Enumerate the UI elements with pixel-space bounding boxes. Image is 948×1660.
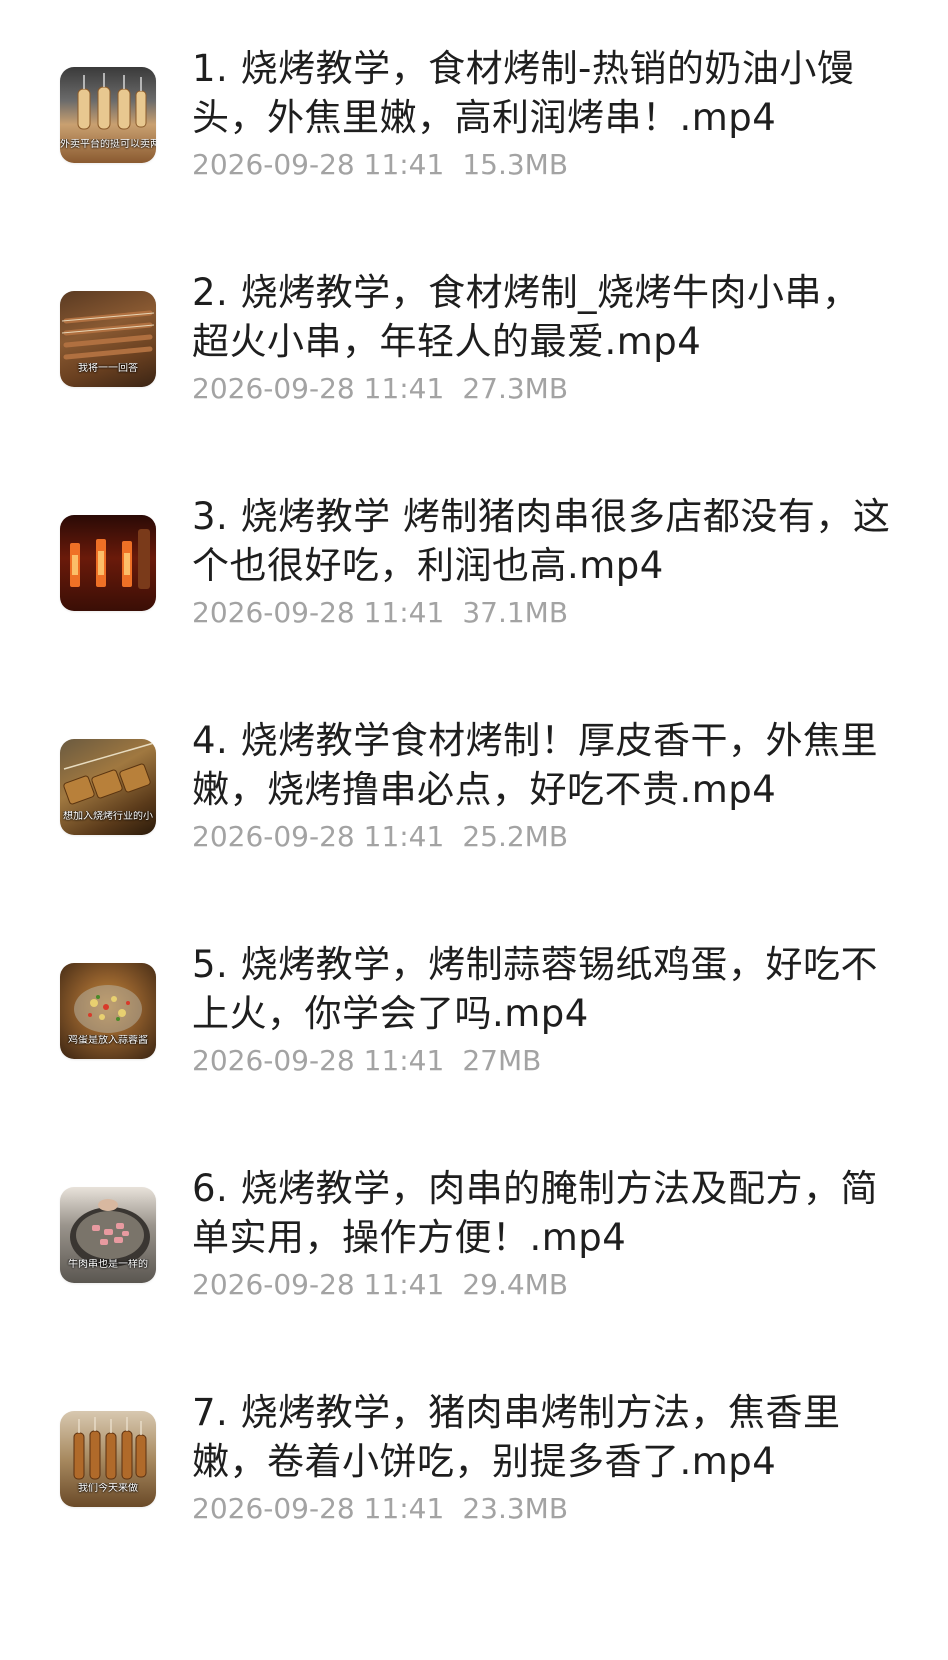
file-item[interactable]: 3. 烧烤教学 烤制猪肉串很多店都没有，这个也很好吃，利润也高.mp4 2026… bbox=[0, 448, 948, 668]
file-size: 37.1MB bbox=[462, 596, 569, 629]
thumbnail-caption: 我将一一回答 bbox=[78, 363, 138, 374]
file-date: 2026-09-28 11:41 bbox=[192, 1268, 445, 1301]
file-size: 27.3MB bbox=[462, 372, 569, 405]
video-thumbnail: 我们今天来做 bbox=[60, 1411, 156, 1507]
file-name: 3. 烧烤教学 烤制猪肉串很多店都没有，这个也很好吃，利润也高.mp4 bbox=[192, 495, 891, 587]
file-item[interactable]: 我将一一回答 2. 烧烤教学，食材烤制_烧烤牛肉小串，超火小串，年轻人的最爱.m… bbox=[0, 224, 948, 444]
file-size: 27MB bbox=[462, 1044, 542, 1077]
file-name: 7. 烧烤教学，猪肉串烤制方法，焦香里嫩，卷着小饼吃，别提多香了.mp4 bbox=[192, 1391, 841, 1483]
file-meta: 2026-09-28 11:41 37.1MB bbox=[192, 596, 568, 630]
file-list: 外卖平台的挺可以卖两 1. 烧烤教学，食材烤制-热销的奶油小馒头，外焦里嫩，高利… bbox=[0, 0, 948, 1660]
thumbnail-caption: 牛肉串也是一样的 bbox=[68, 1259, 148, 1270]
thumbnail-caption: 外卖平台的挺可以卖两 bbox=[60, 139, 156, 150]
file-name: 5. 烧烤教学，烤制蒜蓉锡纸鸡蛋，好吃不上火，你学会了吗.mp4 bbox=[192, 943, 879, 1035]
file-meta: 2026-09-28 11:41 27MB bbox=[192, 1044, 541, 1078]
file-name: 4. 烧烤教学食材烤制！厚皮香干，外焦里嫩，烧烤撸串必点，好吃不贵.mp4 bbox=[192, 719, 879, 811]
video-thumbnail bbox=[60, 515, 156, 611]
file-item[interactable]: 外卖平台的挺可以卖两 1. 烧烤教学，食材烤制-热销的奶油小馒头，外焦里嫩，高利… bbox=[0, 0, 948, 220]
file-date: 2026-09-28 11:41 bbox=[192, 372, 445, 405]
file-meta: 2026-09-28 11:41 23.3MB bbox=[192, 1492, 568, 1526]
file-size: 25.2MB bbox=[462, 820, 569, 853]
file-meta: 2026-09-28 11:41 25.2MB bbox=[192, 820, 568, 854]
file-name: 2. 烧烤教学，食材烤制_烧烤牛肉小串，超火小串，年轻人的最爱.mp4 bbox=[192, 271, 860, 363]
file-date: 2026-09-28 11:41 bbox=[192, 1044, 445, 1077]
video-thumbnail: 鸡蛋是放入蒜蓉酱 bbox=[60, 963, 156, 1059]
file-date: 2026-09-28 11:41 bbox=[192, 596, 445, 629]
video-thumbnail: 我将一一回答 bbox=[60, 291, 156, 387]
file-size: 23.3MB bbox=[462, 1492, 569, 1525]
file-size: 15.3MB bbox=[462, 148, 569, 181]
file-name: 6. 烧烤教学，肉串的腌制方法及配方，简单实用，操作方便！.mp4 bbox=[192, 1167, 879, 1259]
pork-skewers-grill-image bbox=[70, 529, 150, 589]
file-date: 2026-09-28 11:41 bbox=[192, 148, 445, 181]
file-item[interactable]: 鸡蛋是放入蒜蓉酱 5. 烧烤教学，烤制蒜蓉锡纸鸡蛋，好吃不上火，你学会了吗.mp… bbox=[0, 896, 948, 1116]
video-thumbnail: 想加入烧烤行业的小 bbox=[60, 739, 156, 835]
file-name: 1. 烧烤教学，食材烤制-热销的奶油小馒头，外焦里嫩，高利润烤串！.mp4 bbox=[192, 47, 855, 139]
file-item[interactable]: 想加入烧烤行业的小 4. 烧烤教学食材烤制！厚皮香干，外焦里嫩，烧烤撸串必点，好… bbox=[0, 672, 948, 892]
thumbnail-caption: 我们今天来做 bbox=[78, 1483, 138, 1494]
thumbnail-caption: 想加入烧烤行业的小 bbox=[63, 811, 153, 822]
file-item[interactable]: 牛肉串也是一样的 6. 烧烤教学，肉串的腌制方法及配方，简单实用，操作方便！.m… bbox=[0, 1120, 948, 1340]
video-thumbnail: 外卖平台的挺可以卖两 bbox=[60, 67, 156, 163]
file-meta: 2026-09-28 11:41 27.3MB bbox=[192, 372, 568, 406]
file-date: 2026-09-28 11:41 bbox=[192, 1492, 445, 1525]
file-date: 2026-09-28 11:41 bbox=[192, 820, 445, 853]
file-item[interactable]: 我们今天来做 7. 烧烤教学，猪肉串烤制方法，焦香里嫩，卷着小饼吃，别提多香了.… bbox=[0, 1344, 948, 1564]
thumbnail-caption: 鸡蛋是放入蒜蓉酱 bbox=[68, 1035, 148, 1046]
file-meta: 2026-09-28 11:41 15.3MB bbox=[192, 148, 568, 182]
file-size: 29.4MB bbox=[462, 1268, 569, 1301]
video-thumbnail: 牛肉串也是一样的 bbox=[60, 1187, 156, 1283]
file-meta: 2026-09-28 11:41 29.4MB bbox=[192, 1268, 568, 1302]
